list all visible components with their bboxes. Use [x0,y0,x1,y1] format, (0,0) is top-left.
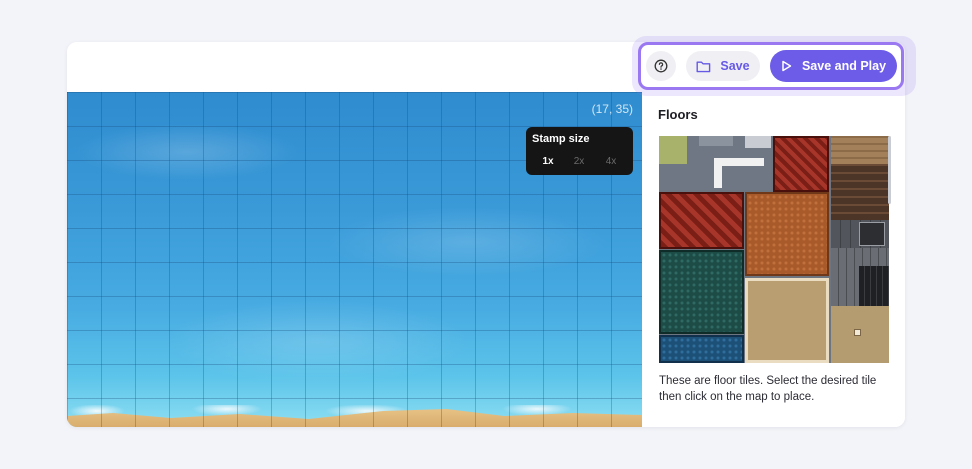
tile-moss[interactable] [659,136,687,164]
tile-red-chevron-large[interactable] [659,192,744,249]
save-button-label: Save [720,59,750,73]
help-button[interactable] [646,51,676,81]
stamp-size-2x[interactable]: 2x [568,156,590,167]
tileset-scrollbar[interactable] [888,136,891,204]
tile-wood-dark[interactable] [831,164,889,220]
question-circle-icon [654,59,668,73]
folder-icon [696,60,711,73]
floor-tileset[interactable] [659,136,889,363]
play-icon [781,60,792,72]
tile-black-stripes[interactable] [859,266,889,306]
tile-small-marker[interactable] [854,329,861,336]
stamp-size-popup: Stamp size 1x 2x 4x [526,127,633,175]
map-canvas[interactable]: (17, 35) Stamp size 1x 2x 4x [67,92,642,427]
save-and-play-label: Save and Play [801,59,887,73]
save-and-play-button[interactable]: Save and Play [770,50,897,82]
stamp-size-1x[interactable]: 1x [537,156,559,167]
tile-teal-carpet[interactable] [659,250,744,334]
floors-panel: Floors These are floor tiles. Select the… [642,92,905,427]
save-button[interactable]: Save [686,51,760,81]
editor-card: (17, 35) Stamp size 1x 2x 4x Floors Thes… [67,42,905,427]
stamp-size-title: Stamp size [532,133,590,145]
tile-orange-carpet[interactable] [745,192,829,276]
tile-light-stone[interactable] [745,136,771,148]
panel-title: Floors [658,107,698,122]
cursor-coordinates: (17, 35) [591,102,633,116]
tile-beige-carpet[interactable] [745,278,829,363]
tile-wood-light[interactable] [831,136,889,164]
tile-red-chevron-small[interactable] [773,136,829,192]
tile-blue-carpet[interactable] [659,335,744,363]
stamp-size-4x[interactable]: 4x [600,156,622,167]
tile-white-path-v[interactable] [714,158,722,188]
tile-dark-square[interactable] [859,222,885,246]
panel-description: These are floor tiles. Select the desire… [659,375,877,403]
tile-stone-light[interactable] [699,136,733,146]
